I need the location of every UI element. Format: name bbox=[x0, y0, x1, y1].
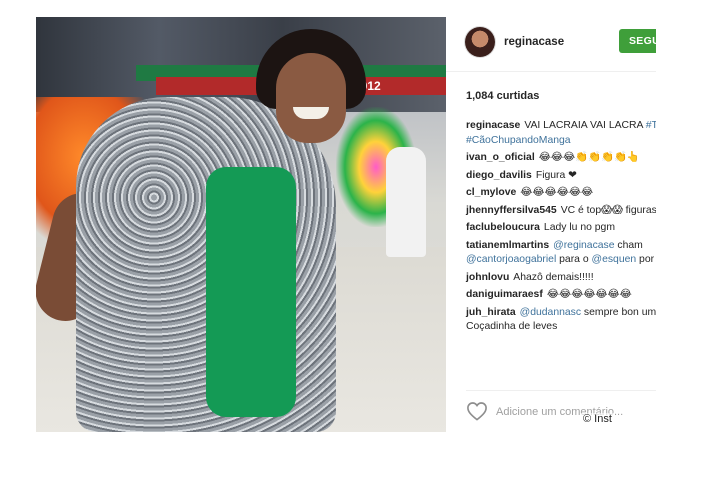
green-dress bbox=[206, 167, 296, 417]
comment-item: tatianemlmartins @reginacase cham @cantor… bbox=[466, 239, 656, 268]
person-face bbox=[276, 53, 346, 143]
likes-count[interactable]: 1,084 curtidas bbox=[466, 90, 539, 102]
comment-item: johnlovu Ahazô demais!!!!! bbox=[466, 271, 656, 286]
background-performer bbox=[386, 147, 426, 257]
comment-item: ivan_o_oficial 😂😂😂👏👏👏👏👆 bbox=[466, 151, 656, 166]
divider bbox=[466, 390, 656, 391]
comment-item: jhennyffersilva545VC é top😱😱 figurassa bbox=[466, 204, 656, 219]
comment-username[interactable]: daniguimaraesf bbox=[466, 289, 543, 300]
comment-item: cl_mylove 😂😂😂😂😂😂 bbox=[466, 186, 656, 201]
comment-mention[interactable]: @cantorjoaogabriel bbox=[466, 254, 556, 265]
comment-username[interactable]: faclubeloucura bbox=[466, 222, 540, 233]
comment-username[interactable]: juh_hirata bbox=[466, 307, 516, 318]
comment-username[interactable]: diego_davilis bbox=[466, 170, 532, 181]
comment-text: VAI LACRAIA VAI LACRA bbox=[524, 120, 643, 131]
comment-text: cham bbox=[614, 239, 643, 251]
comment-text: para o bbox=[556, 254, 592, 265]
comment-item: diego_davilis Figura ❤ bbox=[466, 169, 656, 184]
post-header: reginacase SEGU bbox=[446, 17, 656, 72]
post-photo[interactable]: 2012 bbox=[36, 17, 446, 432]
comment-text: por favor bbox=[639, 254, 656, 265]
comment-text: 😂😂😂😂😂😂 bbox=[520, 187, 594, 198]
comment-username[interactable]: tatianemlmartins bbox=[466, 240, 549, 251]
watermark: © Inst bbox=[581, 413, 614, 425]
comment-item: faclubeloucura Lady lu no pgm bbox=[466, 221, 656, 236]
comment-text: Ahazô demais!!!!! bbox=[513, 271, 594, 283]
comment-username[interactable]: reginacase bbox=[466, 120, 520, 131]
comment-text: Lady lu no pgm bbox=[543, 222, 615, 233]
follow-button[interactable]: SEGU bbox=[619, 29, 656, 53]
comment-mention[interactable]: @reginacase bbox=[553, 240, 614, 251]
comment-text: 😂😂😂😂😂😂😂 bbox=[546, 289, 632, 300]
comment-mention[interactable]: @dudannasc bbox=[520, 307, 581, 318]
comment-username[interactable]: jhennyffersilva545 bbox=[466, 205, 557, 216]
comment-text: VC é top😱😱 figurassa bbox=[560, 204, 656, 216]
comment-mention[interactable]: @esquen bbox=[592, 254, 637, 265]
comment-username[interactable]: johnlovu bbox=[466, 272, 509, 283]
comment-list: reginacaseVAI LACRAIA VAI LACRA #ToZoada… bbox=[466, 119, 656, 338]
comment-item: daniguimaraesf 😂😂😂😂😂😂😂 bbox=[466, 288, 656, 303]
comment-text: Figura ❤ bbox=[535, 169, 577, 181]
comment-item: reginacaseVAI LACRAIA VAI LACRA #ToZoada… bbox=[466, 119, 656, 148]
avatar[interactable] bbox=[465, 27, 495, 57]
instagram-post: 2012 reginacase SEGU 1,084 curtidas regi… bbox=[36, 17, 656, 432]
comment-username[interactable]: cl_mylove bbox=[466, 187, 516, 198]
post-sidebar: reginacase SEGU 1,084 curtidas reginacas… bbox=[446, 17, 656, 432]
comment-text: 😂😂😂👏👏👏👏👆 bbox=[538, 152, 640, 163]
heart-icon[interactable] bbox=[466, 401, 488, 421]
comment-username[interactable]: ivan_o_oficial bbox=[466, 152, 535, 163]
username-link[interactable]: reginacase bbox=[504, 36, 564, 48]
comment-item: juh_hirata@dudannasc sempre bon umas Coç… bbox=[466, 306, 656, 335]
